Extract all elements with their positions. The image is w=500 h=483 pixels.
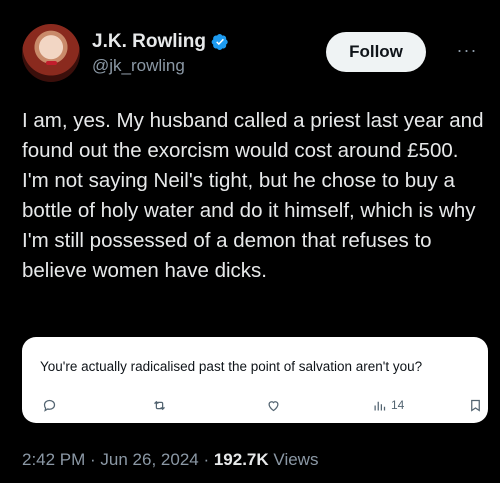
post-date[interactable]: Jun 26, 2024 — [100, 450, 198, 469]
avatar[interactable] — [22, 24, 80, 82]
bookmark-action[interactable] — [468, 395, 483, 415]
separator: · — [85, 450, 101, 469]
reply-action[interactable] — [42, 395, 57, 415]
like-action[interactable] — [266, 395, 281, 415]
tweet-text: I am, yes. My husband called a priest la… — [22, 109, 484, 282]
quoted-views-count: 14 — [391, 398, 405, 412]
separator: · — [198, 450, 214, 469]
analytics-icon — [374, 401, 386, 410]
views-action[interactable]: 14 — [372, 395, 404, 415]
quoted-post-actions: 14 — [22, 395, 488, 415]
views-label: Views — [273, 450, 319, 469]
author-handle[interactable]: @jk_rowling — [92, 56, 229, 76]
bookmark-icon — [471, 399, 480, 412]
repost-action[interactable] — [152, 395, 167, 415]
name-row: J.K. Rowling — [92, 31, 229, 53]
quoted-post-text: You're actually radicalised past the poi… — [40, 359, 423, 374]
heart-icon — [268, 400, 279, 411]
verified-badge-icon — [211, 33, 228, 50]
post-time[interactable]: 2:42 PM — [22, 450, 85, 469]
repost-icon — [154, 400, 165, 410]
views-count: 192.7K — [213, 450, 269, 469]
author-name[interactable]: J.K. Rowling — [92, 31, 206, 53]
follow-button[interactable]: Follow — [326, 32, 426, 72]
reply-icon — [43, 399, 56, 412]
author-identity: J.K. Rowling @jk_rowling — [92, 31, 229, 76]
more-options-icon[interactable]: ··· — [452, 40, 482, 62]
quoted-post-card[interactable]: You're actually radicalised past the poi… — [22, 337, 488, 423]
post-timestamp: 2:42 PM · Jun 26, 2024 · 192.7K Views — [22, 450, 318, 470]
tweet-header: J.K. Rowling @jk_rowling Follow ··· — [22, 22, 478, 84]
